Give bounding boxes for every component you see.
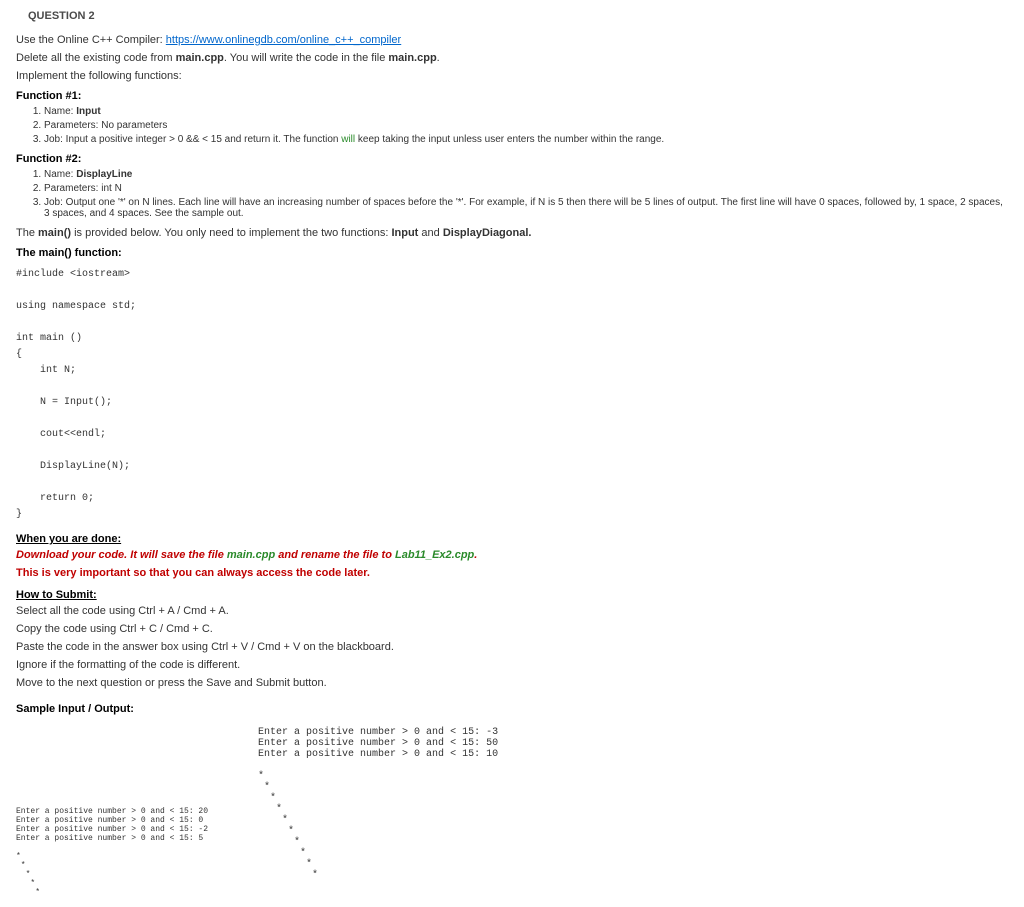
main-note-main: main() [38, 227, 71, 239]
sample-left: Enter a positive number > 0 and < 15: 20… [16, 807, 208, 897]
download-line2: This is very important so that you can a… [16, 567, 1008, 579]
intro-compiler-prefix: Use the Online C++ Compiler: [16, 34, 166, 46]
main-note: The main() is provided below. You only n… [16, 227, 1008, 239]
func2-name-prefix: Name: [44, 169, 76, 180]
intro-implement: Implement the following functions: [16, 70, 1008, 82]
intro-delete-a: Delete all the existing code from [16, 52, 176, 64]
main-note-b: is provided below. You only need to impl… [71, 227, 391, 239]
howto-l3: Paste the code in the answer box using C… [16, 641, 1008, 653]
code-block: #include <iostream> using namespace std;… [16, 267, 1008, 523]
func2-head: Function #2: [16, 153, 1008, 165]
when-done: When you are done: [16, 533, 1008, 545]
intro-delete-b: . You will write the code in the file [224, 52, 388, 64]
func1-job-b: keep taking the input unless user enters… [355, 134, 664, 145]
intro-compiler: Use the Online C++ Compiler: https://www… [16, 34, 1008, 46]
download-b: and rename the file to [275, 549, 395, 561]
func1-head: Function #1: [16, 90, 1008, 102]
func1-job-green: will [341, 134, 355, 145]
func2-list: Name: DisplayLine Parameters: int N Job:… [44, 169, 1008, 219]
howto-l2: Copy the code using Ctrl + C / Cmd + C. [16, 623, 1008, 635]
question-title: QUESTION 2 [28, 10, 1008, 22]
func1-job-a: Job: Input a positive integer > 0 && < 1… [44, 134, 341, 145]
intro-delete-c: . [437, 52, 440, 64]
sample-head: Sample Input / Output: [16, 703, 1008, 715]
sample-right-wrap: Enter a positive number > 0 and < 15: -3… [258, 727, 498, 881]
func2-params: Parameters: int N [44, 183, 1008, 194]
howto-l5: Move to the next question or press the S… [16, 677, 1008, 689]
main-note-dd: DisplayDiagonal. [443, 227, 532, 239]
download-green: main.cpp [227, 549, 275, 561]
howto-l1: Select all the code using Ctrl + A / Cmd… [16, 605, 1008, 617]
func2-name: Name: DisplayLine [44, 169, 1008, 180]
func2-name-val: DisplayLine [76, 169, 132, 180]
intro-delete: Delete all the existing code from main.c… [16, 52, 1008, 64]
func1-name-prefix: Name: [44, 106, 76, 117]
sample-right: Enter a positive number > 0 and < 15: -3… [258, 727, 498, 881]
main-note-input: Input [391, 227, 418, 239]
intro-maincpp2: main.cpp [388, 52, 436, 64]
func1-list: Name: Input Parameters: No parameters Jo… [44, 106, 1008, 145]
main-note-a: The [16, 227, 38, 239]
sample-left-wrap: Enter a positive number > 0 and < 15: 20… [16, 807, 208, 897]
main-note-c: and [418, 227, 442, 239]
download-line1: Download your code. It will save the fil… [16, 549, 1008, 561]
func1-job: Job: Input a positive integer > 0 && < 1… [44, 134, 1008, 145]
func1-params: Parameters: No parameters [44, 120, 1008, 131]
func1-name-val: Input [76, 106, 100, 117]
howto-l4: Ignore if the formatting of the code is … [16, 659, 1008, 671]
main-head: The main() function: [16, 247, 1008, 259]
download-green2: Lab11_Ex2.cpp [395, 549, 474, 561]
compiler-link[interactable]: https://www.onlinegdb.com/online_c++_com… [166, 34, 401, 46]
intro-maincpp1: main.cpp [176, 52, 224, 64]
func1-name: Name: Input [44, 106, 1008, 117]
howto-head: How to Submit: [16, 589, 1008, 601]
func2-job: Job: Output one '*' on N lines. Each lin… [44, 197, 1008, 219]
download-a: Download your code. It will save the fil… [16, 549, 227, 561]
sample-container: Enter a positive number > 0 and < 15: 20… [16, 727, 1008, 897]
download-c: . [474, 549, 477, 561]
